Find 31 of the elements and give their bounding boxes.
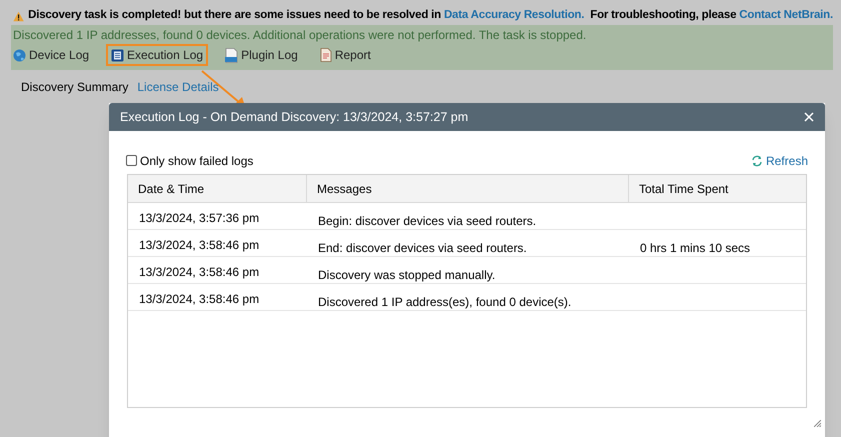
column-header[interactable]: Messages xyxy=(307,175,629,202)
log-link[interactable]: Device Log xyxy=(8,44,94,66)
dialog-title: Execution Log - On Demand Discovery: 13/3/2024, 3:57:27 pm xyxy=(120,108,468,126)
warning-icon xyxy=(13,10,24,22)
table-cell: 13/3/2024, 3:58:46 pm xyxy=(139,238,260,252)
column-header[interactable]: Date & Time xyxy=(128,175,307,202)
table-cell: End: discover devices via seed routers. xyxy=(318,241,527,255)
log-link[interactable]: Plugin Log xyxy=(220,44,303,66)
table-cell: 13/3/2024, 3:58:46 pm xyxy=(139,292,260,306)
table-cell: 13/3/2024, 3:58:46 pm xyxy=(139,265,260,279)
status-message: Discovered 1 IP addresses, found 0 devices. Additional operations were not performed. The task is stopped. xyxy=(13,27,588,44)
resize-grip-icon[interactable] xyxy=(814,420,821,427)
table-cell: Discovered 1 IP address(es), found 0 device(s). xyxy=(318,295,572,309)
column-header[interactable]: Total Time Spent xyxy=(629,175,806,202)
tab[interactable]: Discovery Summary xyxy=(21,78,128,96)
log-file-icon xyxy=(225,48,238,62)
log-link[interactable]: Execution Log xyxy=(106,44,208,66)
book-icon xyxy=(111,48,124,62)
refresh-icon xyxy=(750,154,763,166)
table-cell: 0 hrs 1 mins 10 secs xyxy=(640,241,750,255)
close-icon[interactable] xyxy=(804,112,814,122)
table-cell: Discovery was stopped manually. xyxy=(318,268,496,282)
checkbox-label: Only show failed logs xyxy=(140,152,254,170)
report-icon xyxy=(320,48,332,62)
table-cell: 13/3/2024, 3:57:36 pm xyxy=(139,211,260,225)
table-cell: Begin: discover devices via seed routers. xyxy=(318,214,536,228)
refresh-button[interactable]: Refresh xyxy=(750,152,808,170)
alert-message: Discovery task is completed! but there are some issues need to be resolved in Data Accuracy Resolution. For troubleshooting, please Contact NetBrain. xyxy=(28,8,833,24)
checkbox[interactable] xyxy=(126,155,137,166)
log-link[interactable]: Report xyxy=(314,44,376,66)
globe-icon xyxy=(13,48,26,62)
